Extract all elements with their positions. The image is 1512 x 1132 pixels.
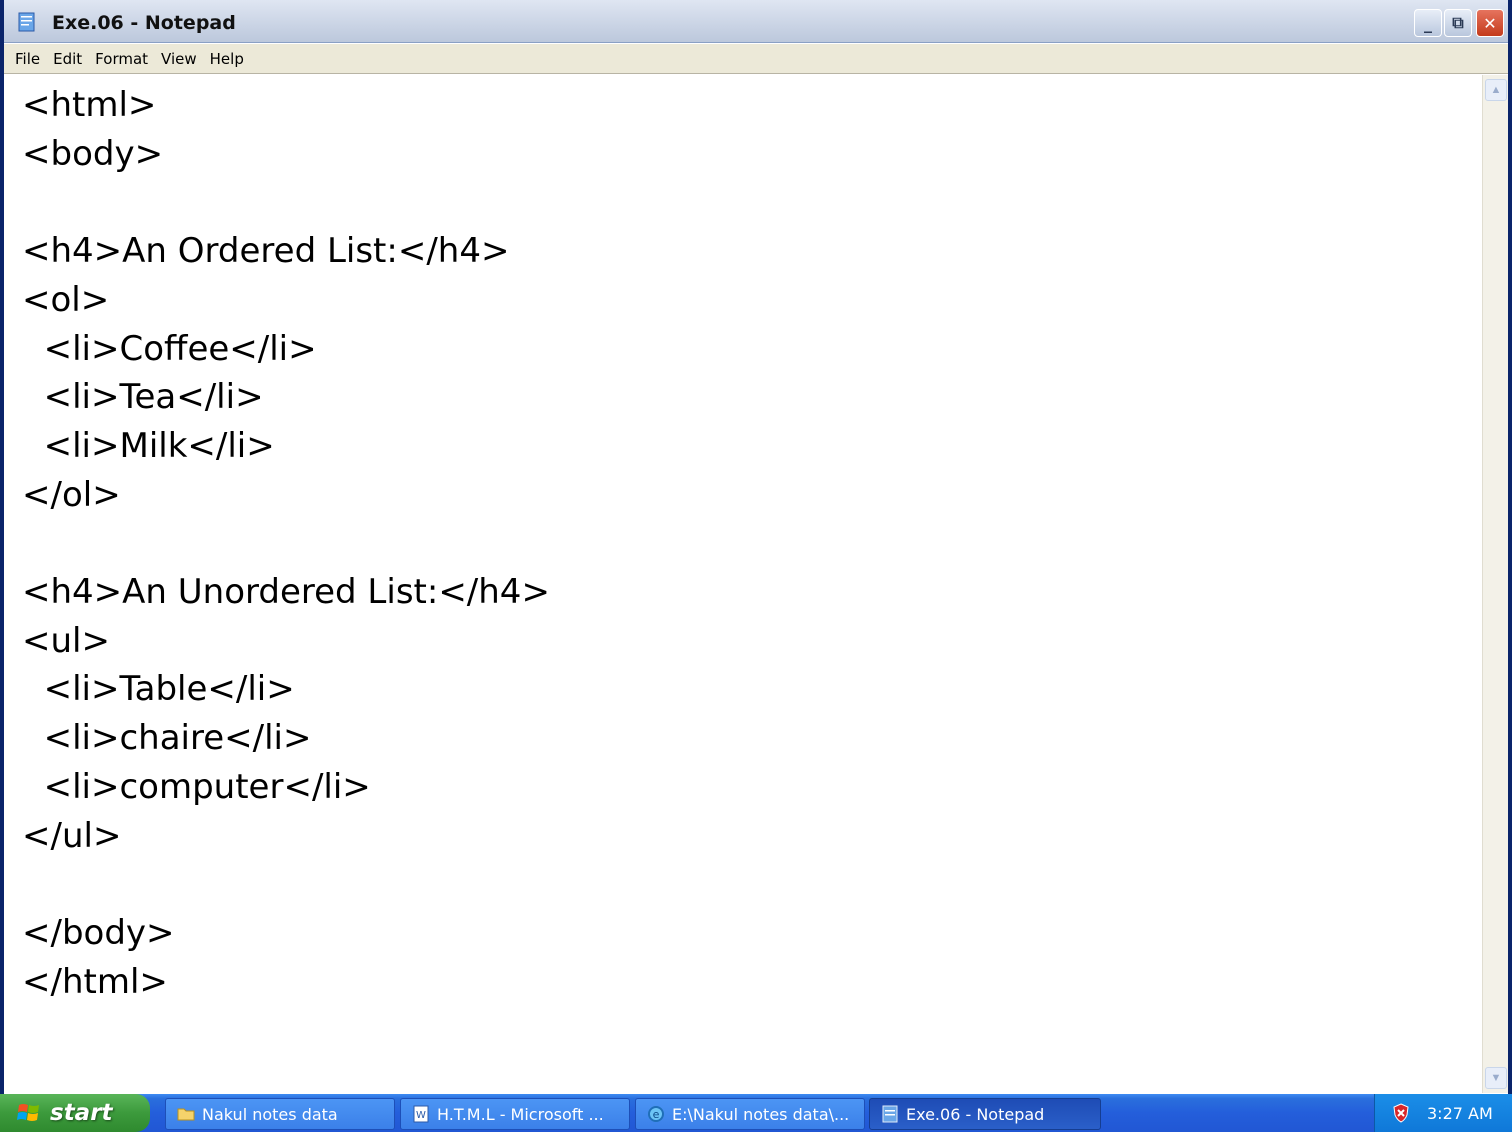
- restore-button[interactable]: ⧉: [1444, 9, 1472, 37]
- start-button[interactable]: start: [0, 1094, 150, 1132]
- taskbar-button-notepad[interactable]: Exe.06 - Notepad: [869, 1098, 1101, 1130]
- taskbar: start Nakul notes data W H.T.M.L - Micro…: [0, 1094, 1512, 1132]
- start-label: start: [50, 1100, 113, 1126]
- windows-logo-icon: [17, 1104, 39, 1121]
- minimize-button[interactable]: _: [1414, 9, 1442, 37]
- security-shield-icon[interactable]: [1391, 1103, 1411, 1123]
- folder-icon: [177, 1108, 195, 1121]
- taskbar-button-label: H.T.M.L - Microsoft ...: [437, 1104, 604, 1124]
- svg-text:e: e: [653, 1108, 660, 1121]
- menu-edit[interactable]: Edit: [48, 50, 90, 68]
- clock[interactable]: 3:27 AM: [1427, 1104, 1493, 1123]
- word-document-icon: W: [413, 1105, 429, 1123]
- close-button[interactable]: ✕: [1476, 9, 1504, 37]
- vertical-scrollbar[interactable]: ▲ ▼: [1482, 75, 1508, 1093]
- taskbar-button-explorer[interactable]: e E:\Nakul notes data\...: [635, 1098, 865, 1130]
- notepad-icon: [882, 1105, 898, 1123]
- text-editor-area[interactable]: <html> <body> <h4>An Ordered List:</h4> …: [4, 75, 1478, 1093]
- menu-file[interactable]: File: [10, 50, 48, 68]
- menu-view[interactable]: View: [156, 50, 205, 68]
- menu-bar: File Edit Format View Help: [4, 44, 1508, 74]
- title-bar[interactable]: Exe.06 - Notepad _ ⧉ ✕: [4, 0, 1508, 43]
- taskbar-button-nakul-notes-data[interactable]: Nakul notes data: [165, 1098, 395, 1130]
- menu-format[interactable]: Format: [90, 50, 156, 68]
- scroll-down-arrow-icon[interactable]: ▼: [1485, 1067, 1507, 1089]
- system-tray: 3:27 AM: [1374, 1094, 1512, 1132]
- window-title: Exe.06 - Notepad: [52, 12, 236, 34]
- menu-help[interactable]: Help: [205, 50, 252, 68]
- taskbar-button-label: Exe.06 - Notepad: [906, 1104, 1045, 1124]
- notepad-icon: [18, 12, 35, 32]
- svg-text:W: W: [416, 1110, 426, 1121]
- notepad-window: Exe.06 - Notepad _ ⧉ ✕ File Edit Format …: [0, 0, 1512, 1094]
- taskbar-button-label: E:\Nakul notes data\...: [672, 1104, 850, 1124]
- taskbar-button-label: Nakul notes data: [202, 1104, 338, 1124]
- internet-explorer-icon: e: [648, 1106, 664, 1122]
- taskbar-button-word[interactable]: W H.T.M.L - Microsoft ...: [400, 1098, 630, 1130]
- editor-content[interactable]: <html> <body> <h4>An Ordered List:</h4> …: [22, 81, 550, 1006]
- scroll-up-arrow-icon[interactable]: ▲: [1485, 79, 1507, 101]
